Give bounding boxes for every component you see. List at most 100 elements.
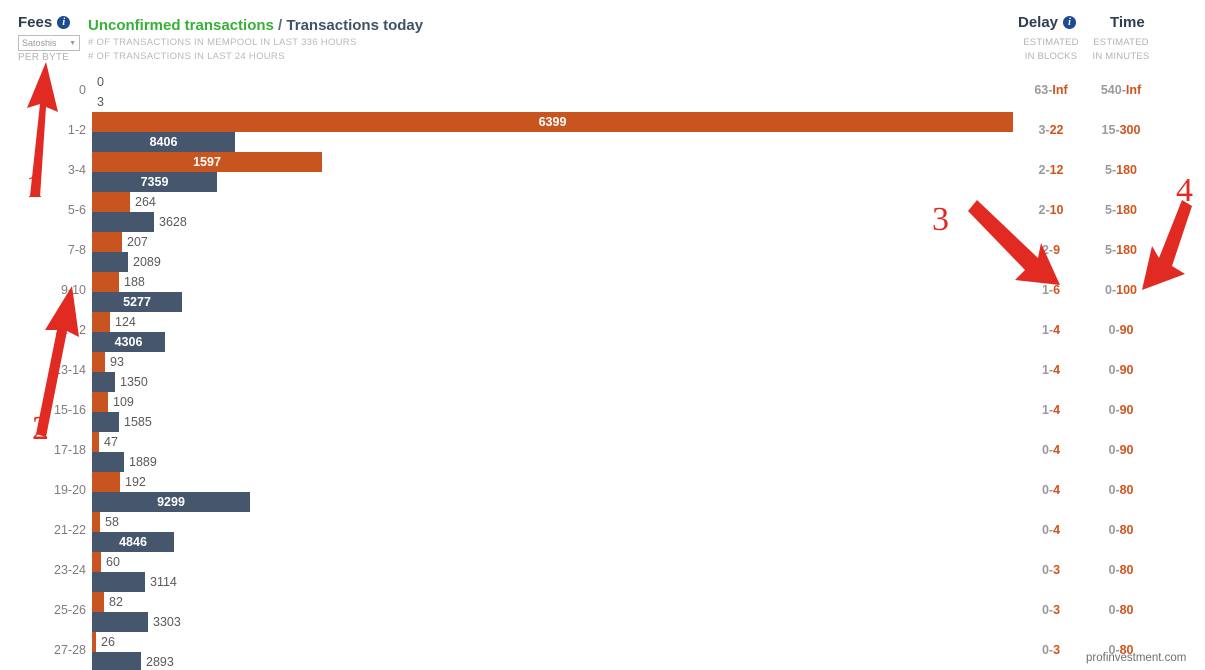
mempool-bar[interactable] (92, 432, 99, 452)
time-min: 15 (1101, 123, 1116, 137)
today-bar[interactable] (92, 652, 141, 670)
fee-axis-label: 21-22 (54, 523, 86, 537)
fee-row[interactable]: 25-26 82 3303 0-3 0-80 (0, 592, 1205, 632)
fee-row[interactable]: 3-4 1597 7359 2-12 5-180 (0, 152, 1205, 192)
mempool-bar[interactable] (92, 632, 96, 652)
fee-row[interactable]: 0 0 3 63-Inf 540-Inf (0, 72, 1205, 112)
fee-axis-label: 7-8 (67, 243, 86, 257)
info-icon[interactable]: i (1063, 16, 1077, 29)
time-sub-in-minutes: IN MINUTES (1092, 51, 1150, 62)
delay-cell: 0-4 (1013, 483, 1089, 497)
today-bar-value: 4846 (119, 535, 147, 549)
fee-axis-label: 9-10 (60, 283, 86, 297)
time-cell: 540-Inf (1083, 83, 1159, 97)
fee-row[interactable]: 21-22 58 4846 0-4 0-80 (0, 512, 1205, 552)
today-bar[interactable] (92, 572, 145, 592)
delay-cell: 1-4 (1013, 403, 1089, 417)
delay-cell: 0-3 (1013, 563, 1089, 577)
fee-axis-label: 17-18 (54, 443, 86, 457)
fee-row[interactable]: 19-20 192 9299 0-4 0-80 (0, 472, 1205, 512)
mempool-bar[interactable] (92, 392, 108, 412)
today-bar[interactable] (92, 452, 124, 472)
time-max: 80 (1119, 483, 1134, 497)
mempool-bar[interactable] (92, 552, 101, 572)
mempool-bar[interactable] (92, 592, 104, 612)
time-max: Inf (1125, 83, 1142, 97)
mempool-bar[interactable] (92, 232, 122, 252)
mempool-bar[interactable] (92, 352, 105, 372)
mempool-bar[interactable] (92, 512, 100, 532)
mempool-bar[interactable] (92, 312, 110, 332)
delay-min: 1 (1041, 283, 1049, 297)
today-bar-value: 4306 (114, 335, 143, 349)
delay-min: 0 (1041, 643, 1049, 657)
delay-max: 3 (1053, 563, 1061, 577)
time-min: 0 (1105, 283, 1112, 297)
today-bar[interactable] (92, 252, 128, 272)
today-bar-value: 5277 (123, 295, 151, 309)
delay-max: 3 (1053, 603, 1061, 617)
title-separator: / (273, 17, 287, 34)
mempool-bar-value: 192 (125, 475, 146, 489)
fee-unit-select[interactable]: Satoshis ▼ (18, 35, 80, 51)
delay-cell: 0-3 (1013, 643, 1089, 657)
fee-row[interactable]: 1-2 6399 8406 3-22 15-300 (0, 112, 1205, 152)
delay-max: 4 (1053, 323, 1061, 337)
fee-axis-label: 27-28 (54, 643, 86, 657)
chevron-down-icon: ▼ (69, 39, 76, 47)
annotation-number: 2 (32, 410, 49, 447)
delay-cell: 0-4 (1013, 523, 1089, 537)
fee-axis-label: 0 (79, 83, 86, 97)
time-max: 180 (1116, 243, 1137, 257)
fee-unit-value: Satoshis (22, 38, 57, 48)
title-today[interactable]: Transactions today (286, 17, 423, 34)
title-unconfirmed[interactable]: Unconfirmed transactions (88, 17, 274, 34)
time-max: 180 (1116, 163, 1137, 177)
subtitle-mempool: # OF TRANSACTIONS IN MEMPOOL IN LAST 336… (88, 37, 357, 48)
mempool-bar[interactable] (92, 192, 130, 212)
time-sub-estimated: ESTIMATED (1093, 37, 1149, 48)
time-max: 180 (1116, 203, 1137, 217)
fee-axis-label: 15-16 (54, 403, 86, 417)
today-bar-value: 7359 (140, 175, 169, 189)
delay-cell: 1-4 (1013, 363, 1089, 377)
today-bar[interactable] (92, 612, 148, 632)
time-cell: 0-80 (1083, 483, 1159, 497)
today-bar-value: 2089 (133, 255, 161, 269)
time-min: 5 (1105, 243, 1112, 257)
mempool-bar[interactable] (92, 472, 120, 492)
fee-row[interactable]: 13-14 93 1350 1-4 0-90 (0, 352, 1205, 392)
today-bar[interactable] (92, 372, 115, 392)
fee-row[interactable]: 17-18 47 1889 0-4 0-90 (0, 432, 1205, 472)
fee-axis-label: 23-24 (54, 563, 86, 577)
chart-page: Fees i Satoshis ▼ PER BYTE Unconfirmed t… (0, 0, 1205, 670)
time-cell: 0-80 (1083, 523, 1159, 537)
delay-cell: 1-4 (1013, 323, 1089, 337)
delay-min: 1 (1041, 403, 1049, 417)
fee-row[interactable]: 15-16 109 1585 1-4 0-90 (0, 392, 1205, 432)
time-cell: 0-90 (1083, 363, 1159, 377)
delay-max: 4 (1053, 403, 1061, 417)
info-icon[interactable]: i (57, 16, 71, 29)
delay-cell: 1-6 (1013, 283, 1089, 297)
fee-axis-label: 19-20 (54, 483, 86, 497)
fee-row[interactable]: 5-6 264 3628 2-10 5-180 (0, 192, 1205, 232)
today-bar-value: 3303 (153, 615, 181, 629)
today-bar[interactable] (92, 412, 119, 432)
mempool-bar[interactable] (92, 272, 119, 292)
fee-row[interactable]: 27-28 26 2893 0-3 0-80 (0, 632, 1205, 670)
today-bar[interactable] (92, 212, 154, 232)
delay-cell: 2-10 (1013, 203, 1089, 217)
fee-row[interactable]: 23-24 60 3114 0-3 0-80 (0, 552, 1205, 592)
time-max: 80 (1119, 603, 1134, 617)
delay-header: Delay i (1018, 14, 1077, 31)
fee-axis-label: 13-14 (54, 363, 86, 377)
time-max: 80 (1119, 523, 1134, 537)
fee-row[interactable]: 7-8 207 2089 2-9 5-180 (0, 232, 1205, 272)
fee-row[interactable]: 11-12 124 4306 1-4 0-90 (0, 312, 1205, 352)
fee-row[interactable]: 9-10 188 5277 1-6 0-100 (0, 272, 1205, 312)
delay-min: 0 (1041, 443, 1049, 457)
today-bar-value: 8406 (149, 135, 178, 149)
delay-max: 4 (1053, 523, 1061, 537)
mempool-bar-value: 124 (115, 315, 136, 329)
